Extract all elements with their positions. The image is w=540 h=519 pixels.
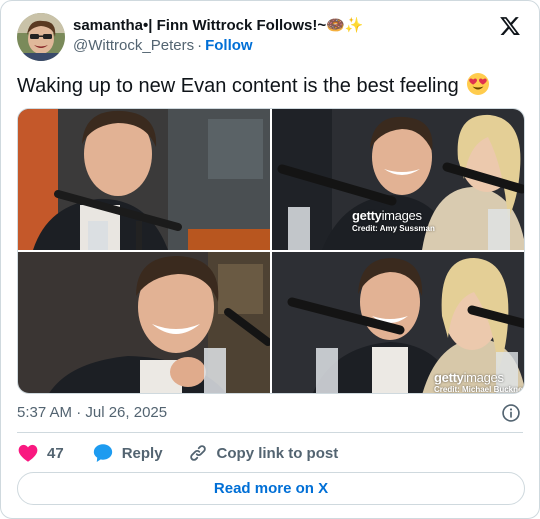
photo-4-credit: Credit: Michael Buckner	[434, 385, 525, 394]
copy-link-button[interactable]: Copy link to post	[187, 442, 339, 464]
like-button[interactable]: 47	[17, 442, 64, 464]
reply-bubble-icon	[93, 444, 112, 462]
embedded-post-card: samantha•| Finn Wittrock Follows!~🍩✨ @Wi…	[0, 0, 540, 519]
tweet-text: Waking up to new Evan content is the bes…	[17, 72, 490, 98]
heart-eyes-emoji-icon	[466, 72, 490, 96]
action-bar: 47 Reply Copy link to post	[17, 441, 338, 465]
link-icon	[189, 445, 206, 461]
like-count: 47	[47, 444, 64, 462]
read-more-button[interactable]: Read more on X	[17, 472, 525, 505]
media-grid: gettyimages Credit: Amy Sussman gettyima…	[17, 108, 525, 394]
separator-dot: ·	[197, 37, 203, 54]
copy-link-label: Copy link to post	[216, 444, 339, 462]
reply-button[interactable]: Reply	[92, 442, 163, 464]
reply-label: Reply	[121, 444, 163, 462]
author-handle-row: @Wittrock_Peters · Follow	[73, 37, 253, 54]
author-avatar[interactable]	[17, 13, 65, 61]
author-handle[interactable]: @Wittrock_Peters	[73, 37, 194, 54]
tweet-body: Waking up to new Evan content is the bes…	[17, 75, 459, 97]
post-timestamp[interactable]: 5:37 AM · Jul 26, 2025	[17, 404, 167, 421]
author-display-name[interactable]: samantha•| Finn Wittrock Follows!~🍩✨	[73, 16, 363, 34]
heart-icon	[18, 444, 38, 462]
photo-2-credit: Credit: Amy Sussman	[352, 224, 435, 233]
getty-watermark-2: gettyimages	[352, 208, 422, 223]
photo-1[interactable]	[18, 109, 270, 250]
divider	[17, 432, 523, 433]
follow-button[interactable]: Follow	[205, 37, 253, 54]
photo-4[interactable]: gettyimages Credit: Michael Buckner	[272, 252, 525, 394]
photo-2[interactable]: gettyimages Credit: Amy Sussman	[272, 109, 524, 250]
photo-3[interactable]	[18, 252, 270, 393]
info-icon[interactable]	[501, 403, 521, 423]
getty-watermark-4: gettyimages	[434, 370, 504, 385]
x-logo-icon[interactable]	[499, 15, 521, 37]
